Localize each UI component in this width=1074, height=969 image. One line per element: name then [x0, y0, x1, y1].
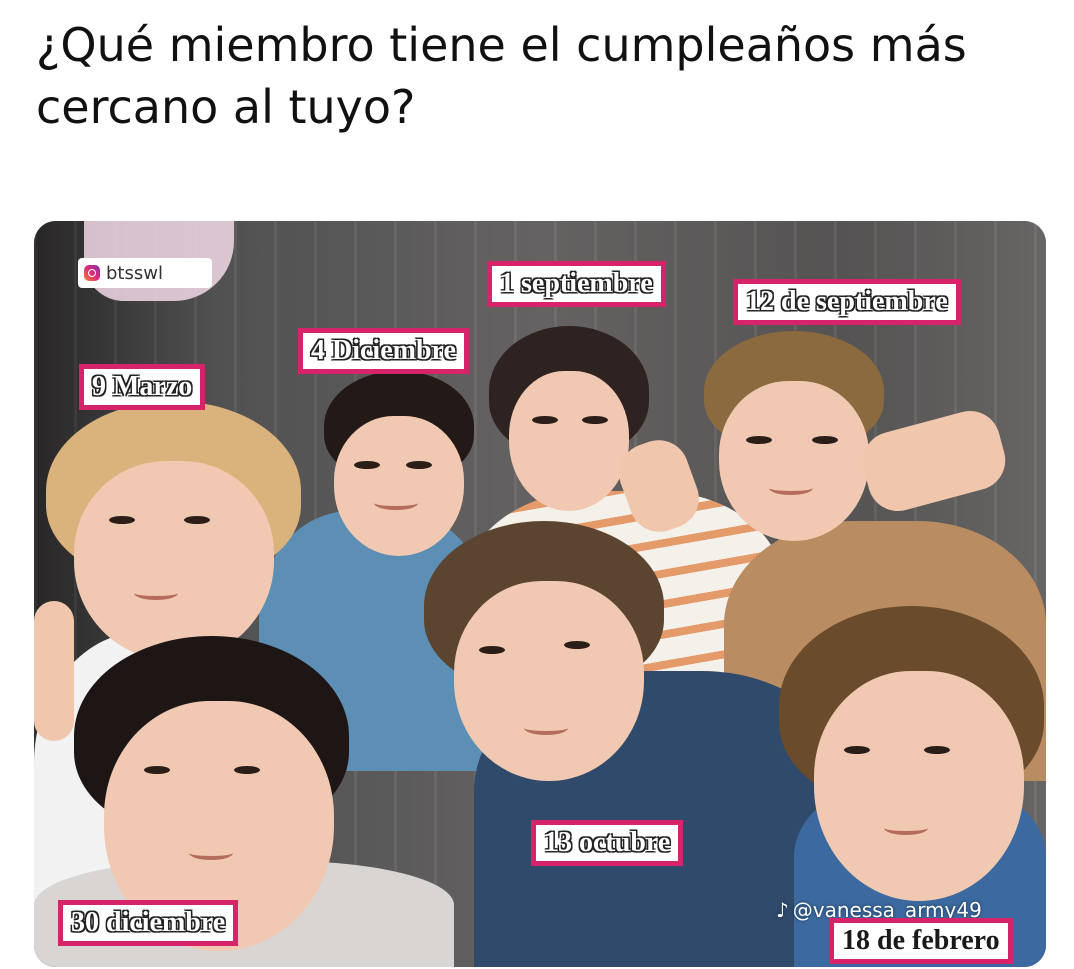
label-jungkook-birthday: 1 septiembre: [487, 261, 666, 307]
label-jimin-birthday: 13 octubre: [531, 820, 684, 866]
label-rm-birthday: 12 de septiembre: [733, 279, 961, 325]
label-v-birthday: 30 diciembre: [58, 900, 239, 946]
instagram-icon: [84, 265, 100, 281]
label-jin-birthday: 4 Diciembre: [298, 328, 469, 374]
post-text: ¿Qué miembro tiene el cumpleaños más cer…: [36, 18, 967, 134]
instagram-watermark: btsswl: [78, 258, 212, 288]
tiktok-icon: ♪: [776, 898, 789, 922]
instagram-handle: btsswl: [106, 262, 163, 284]
label-suga-birthday: 9 Marzo: [79, 364, 206, 410]
group-photo: btsswl ♪ @vanessa_army49 1 septiembre 12…: [34, 221, 1046, 967]
label-jhope-birthday: 18 de febrero: [829, 918, 1013, 964]
